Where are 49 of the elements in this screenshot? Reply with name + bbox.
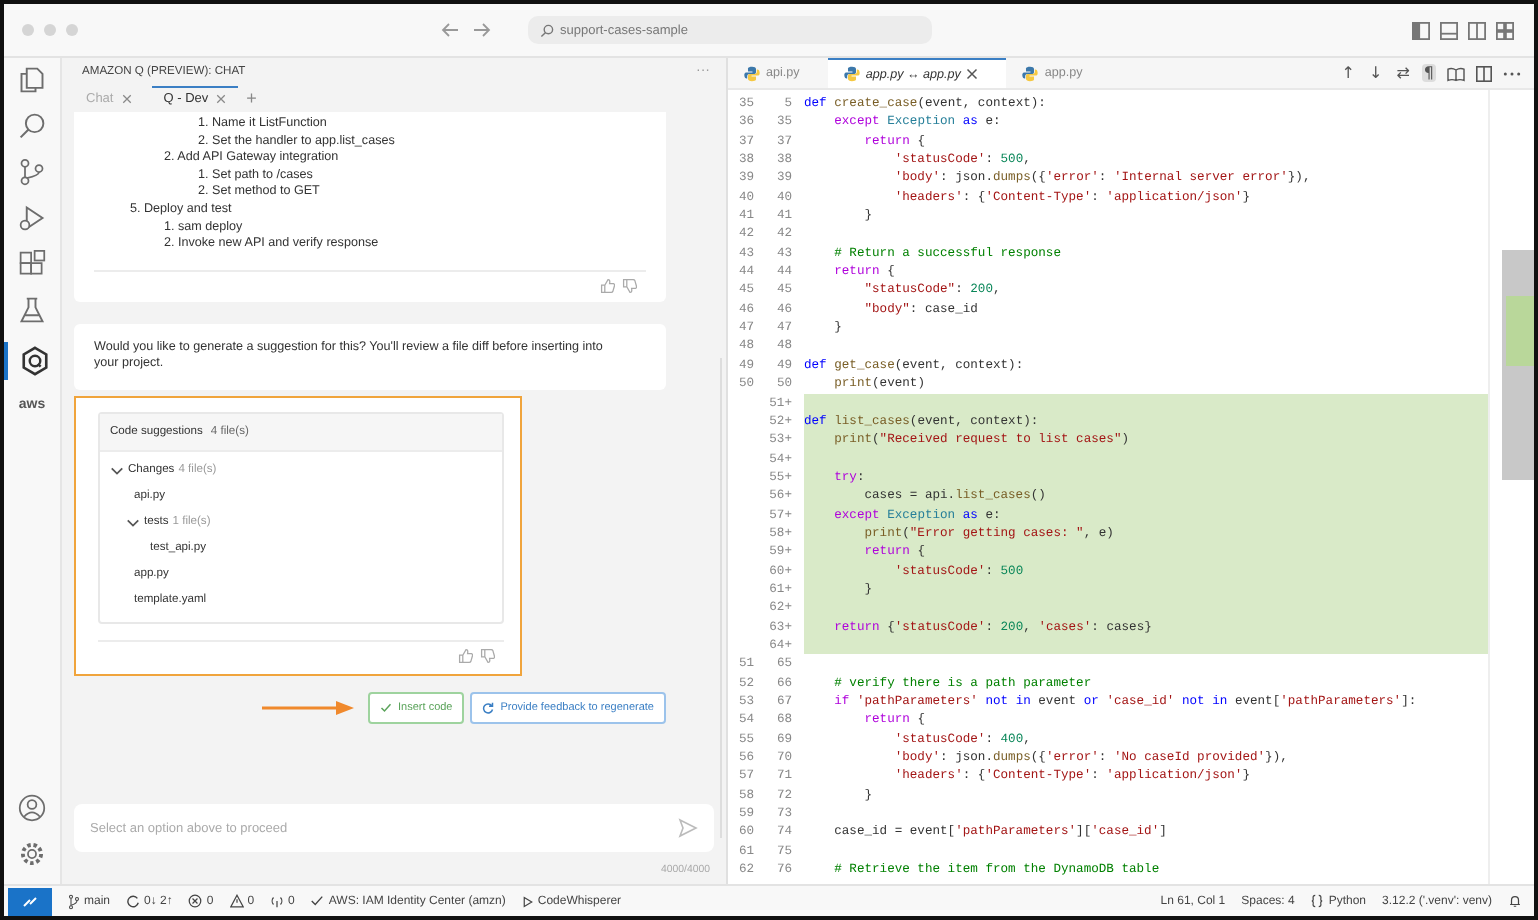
- toolbar-button[interactable]: ⇄: [1394, 64, 1412, 82]
- search-icon: [540, 23, 554, 37]
- antenna-icon: [270, 894, 285, 908]
- thumbs-down-icon[interactable]: [480, 647, 496, 664]
- warning-icon: [229, 894, 244, 908]
- sidebar-toggle-icon[interactable]: [1412, 21, 1430, 39]
- braces-icon: [1310, 894, 1325, 908]
- callout-arrow: [262, 699, 355, 716]
- flask-icon[interactable]: [18, 296, 46, 324]
- close-icon[interactable]: [216, 94, 227, 104]
- branch-icon: [68, 893, 80, 909]
- panel-toggle-icon[interactable]: [1440, 21, 1458, 39]
- layout-grid-icon[interactable]: [1496, 21, 1514, 39]
- toolbar-button[interactable]: ¶: [1421, 64, 1436, 82]
- close-icon[interactable]: [966, 68, 979, 80]
- chevron-icon[interactable]: [110, 463, 124, 478]
- thumbs-up-icon[interactable]: [600, 277, 616, 294]
- scrollbar-thumb[interactable]: [1502, 250, 1534, 480]
- book-icon[interactable]: [1446, 65, 1466, 81]
- back-arrow-icon[interactable]: [440, 22, 460, 38]
- split-editor-icon[interactable]: [1476, 65, 1492, 81]
- thumbs-down-icon[interactable]: [622, 277, 638, 294]
- remote-icon[interactable]: [8, 887, 52, 915]
- split-layout-icon[interactable]: [1468, 21, 1486, 39]
- search-icon[interactable]: [18, 112, 46, 140]
- run-debug-icon[interactable]: [18, 204, 46, 232]
- bell-icon[interactable]: [1508, 894, 1522, 908]
- python-file-icon: [744, 65, 760, 81]
- error-icon: [188, 894, 203, 908]
- check-icon: [310, 894, 325, 908]
- explorer-icon[interactable]: [18, 66, 46, 94]
- more-icon[interactable]: [1502, 69, 1522, 77]
- python-file-icon: [1022, 65, 1039, 81]
- hexagon-q-icon[interactable]: [19, 346, 49, 376]
- settings-icon[interactable]: [18, 840, 46, 868]
- toolbar-button[interactable]: ↓: [1367, 64, 1385, 82]
- refresh-icon: [482, 701, 495, 714]
- forward-arrow-icon[interactable]: [472, 22, 492, 38]
- check-icon: [380, 701, 393, 714]
- close-icon[interactable]: [121, 94, 132, 104]
- play-icon: [521, 895, 534, 907]
- extensions-icon[interactable]: [18, 250, 46, 278]
- source-control-icon[interactable]: [18, 158, 46, 186]
- toolbar-button[interactable]: ↑: [1339, 64, 1357, 82]
- chevron-icon[interactable]: [126, 515, 140, 530]
- account-icon[interactable]: [18, 794, 46, 822]
- python-file-icon: [843, 66, 860, 82]
- sync-icon: [126, 894, 141, 908]
- thumbs-up-icon[interactable]: [458, 647, 474, 664]
